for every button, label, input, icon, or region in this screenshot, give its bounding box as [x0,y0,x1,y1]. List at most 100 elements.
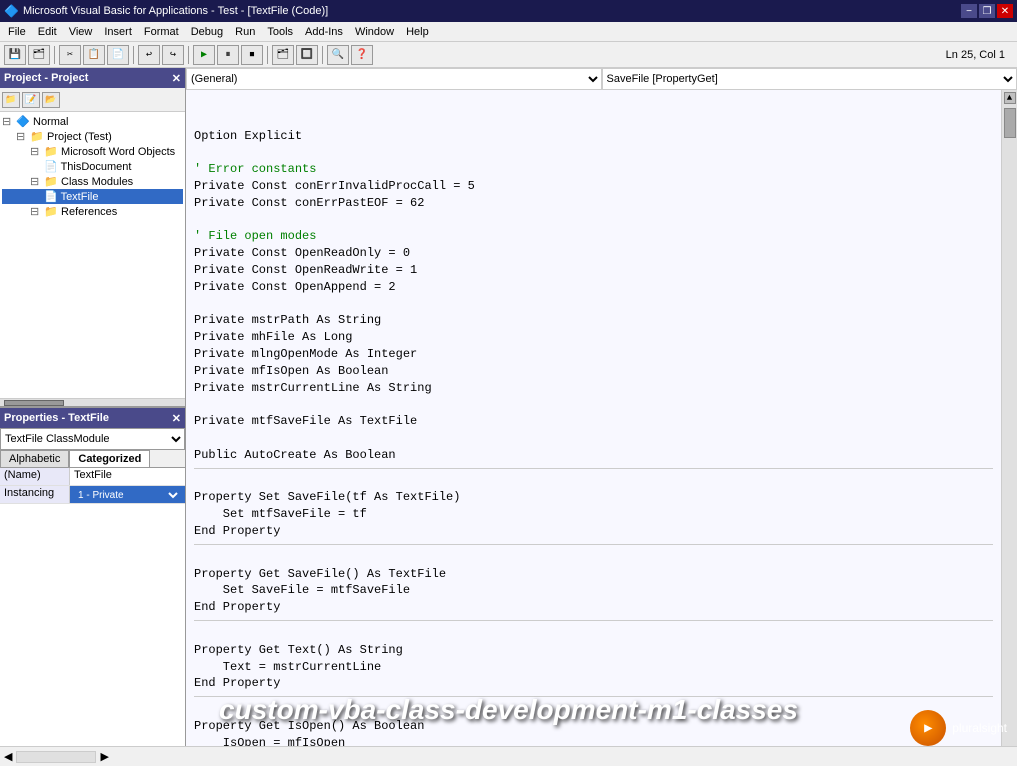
menu-item-edit[interactable]: Edit [32,24,63,40]
toolbar-sep-2 [133,46,134,64]
tree-label-refs: References [61,206,117,218]
pluralsight-label: pluralsight [952,721,1007,735]
pluralsight-logo: ▶ pluralsight [910,710,1007,746]
toolbar-cut[interactable]: ✂ [59,45,81,65]
status-scrollbar[interactable] [16,751,96,763]
tree-icon-project: 📁 [30,131,44,143]
menu-item-tools[interactable]: Tools [261,24,299,40]
window-title: Microsoft Visual Basic for Applications … [23,5,328,17]
menu-item-insert[interactable]: Insert [98,24,138,40]
tree-label-word: Microsoft Word Objects [61,146,175,158]
scroll-thumb[interactable] [1004,108,1016,138]
project-view-code[interactable]: 📝 [22,92,40,108]
toolbar-project[interactable]: 🗂 [272,45,294,65]
project-toggle-folders[interactable]: 📂 [42,92,60,108]
prop-instancing-value[interactable]: 1 - Private 2 - PublicNotCreatable [70,486,185,503]
tree-label-normal: Normal [33,116,68,128]
properties-title: Properties - TextFile [4,412,109,424]
properties-class-select[interactable]: TextFile ClassModule [0,428,185,450]
scroll-up-btn[interactable]: ▲ [1004,92,1016,104]
left-panel: Project - Project ✕ 📁 📝 📂 ⊟ 🔷 Normal ⊟ 📁… [0,68,186,746]
code-text: Option Explicit ' Error constants Privat… [186,90,1001,746]
general-dropdown[interactable]: (General) [186,68,602,90]
project-toolbar: 📁 📝 📂 [0,88,185,112]
tree-expand-word: ⊟ [30,146,39,158]
toolbar-find[interactable]: 🔍 [327,45,349,65]
tree-item-textfile[interactable]: 📄 TextFile [2,189,183,204]
tree-item-references[interactable]: ⊟ 📁 References [2,204,183,219]
tree-item-thisdoc[interactable]: 📄 ThisDocument [2,159,183,174]
menu-item-addins[interactable]: Add-Ins [299,24,349,40]
project-panel-close[interactable]: ✕ [172,72,181,85]
menu-item-file[interactable]: File [2,24,32,40]
toolbar-btn-2[interactable]: 🗂 [28,45,50,65]
tab-alphabetic[interactable]: Alphabetic [0,450,69,467]
menu-bar: File Edit View Insert Format Debug Run T… [0,22,1017,42]
project-horizontal-scrollbar[interactable] [0,398,185,406]
procedure-dropdown[interactable]: SaveFile [PropertyGet] [602,68,1017,90]
toolbar-objbrowser[interactable]: 🔲 [296,45,318,65]
toolbar-break[interactable]: ⏸ [217,45,239,65]
toolbar-sep-3 [188,46,189,64]
close-button[interactable]: ✕ [997,4,1013,18]
minimize-button[interactable]: − [961,4,977,18]
tree-label-project: Project (Test) [47,131,112,143]
pluralsight-icon: ▶ [910,710,946,746]
toolbar-sep-1 [54,46,55,64]
status-right-btn[interactable]: ▶ [100,750,108,763]
status-left-btn[interactable]: ◀ [4,750,12,763]
tree-label-textfile: TextFile [61,191,99,203]
menu-item-window[interactable]: Window [349,24,400,40]
code-vertical-scrollbar[interactable]: ▲ [1001,90,1017,746]
menu-item-view[interactable]: View [63,24,99,40]
toolbar-copy[interactable]: 📋 [83,45,105,65]
tree-expand-classes: ⊟ [30,176,39,188]
prop-name-label: (Name) [0,468,70,485]
properties-header: Properties - TextFile ✕ [0,408,185,428]
toolbar-save[interactable]: 💾 [4,45,26,65]
tree-icon-thisdoc: 📄 [44,161,58,173]
toolbar-reset[interactable]: ⏹ [241,45,263,65]
properties-tabs: Alphabetic Categorized [0,450,185,468]
properties-panel: Properties - TextFile ✕ TextFile ClassMo… [0,408,185,746]
toolbar-redo[interactable]: ↪ [162,45,184,65]
toolbar-run[interactable]: ▶ [193,45,215,65]
tree-label-classes: Class Modules [61,176,133,188]
instancing-select[interactable]: 1 - Private 2 - PublicNotCreatable [74,487,181,503]
project-tree: ⊟ 🔷 Normal ⊟ 📁 Project (Test) ⊟ 📁 Micros… [0,112,185,398]
tree-item-word-objects[interactable]: ⊟ 📁 Microsoft Word Objects [2,144,183,159]
toolbar-undo[interactable]: ↩ [138,45,160,65]
restore-button[interactable]: ❐ [979,4,995,18]
toolbar-paste[interactable]: 📄 [107,45,129,65]
tree-icon-refs: 📁 [44,206,58,218]
tree-item-classmodules[interactable]: ⊟ 📁 Class Modules [2,174,183,189]
tree-item-project[interactable]: ⊟ 📁 Project (Test) [2,129,183,144]
tree-expand-project: ⊟ [16,131,25,143]
project-panel-header: Project - Project ✕ [0,68,185,88]
project-view-objects[interactable]: 📁 [2,92,20,108]
tree-icon-normal: 🔷 [16,116,30,128]
properties-close[interactable]: ✕ [172,412,181,425]
tree-expand-normal: ⊟ [2,116,11,128]
title-bar: 🔷 Microsoft Visual Basic for Application… [0,0,1017,22]
menu-item-help[interactable]: Help [400,24,435,40]
menu-item-run[interactable]: Run [229,24,261,40]
code-wrapper: Option Explicit ' Error constants Privat… [186,90,1017,746]
toolbar-help[interactable]: ❓ [351,45,373,65]
code-area: (General) SaveFile [PropertyGet] Option … [186,68,1017,746]
toolbar-sep-5 [322,46,323,64]
menu-item-debug[interactable]: Debug [185,24,229,40]
main-content: Project - Project ✕ 📁 📝 📂 ⊟ 🔷 Normal ⊟ 📁… [0,68,1017,746]
prop-row-name: (Name) TextFile [0,468,185,486]
tab-categorized[interactable]: Categorized [69,450,150,467]
status-bar: ◀ ▶ [0,746,1017,766]
menu-item-format[interactable]: Format [138,24,185,40]
prop-name-value[interactable]: TextFile [70,468,185,485]
tree-item-normal[interactable]: ⊟ 🔷 Normal [2,114,183,129]
properties-grid: (Name) TextFile Instancing 1 - Private 2… [0,468,185,746]
prop-row-instancing: Instancing 1 - Private 2 - PublicNotCrea… [0,486,185,504]
tree-icon-word: 📁 [44,146,58,158]
code-content[interactable]: Option Explicit ' Error constants Privat… [186,90,1001,746]
app-icon: 🔷 [4,4,19,18]
tree-icon-classes: 📁 [44,176,58,188]
